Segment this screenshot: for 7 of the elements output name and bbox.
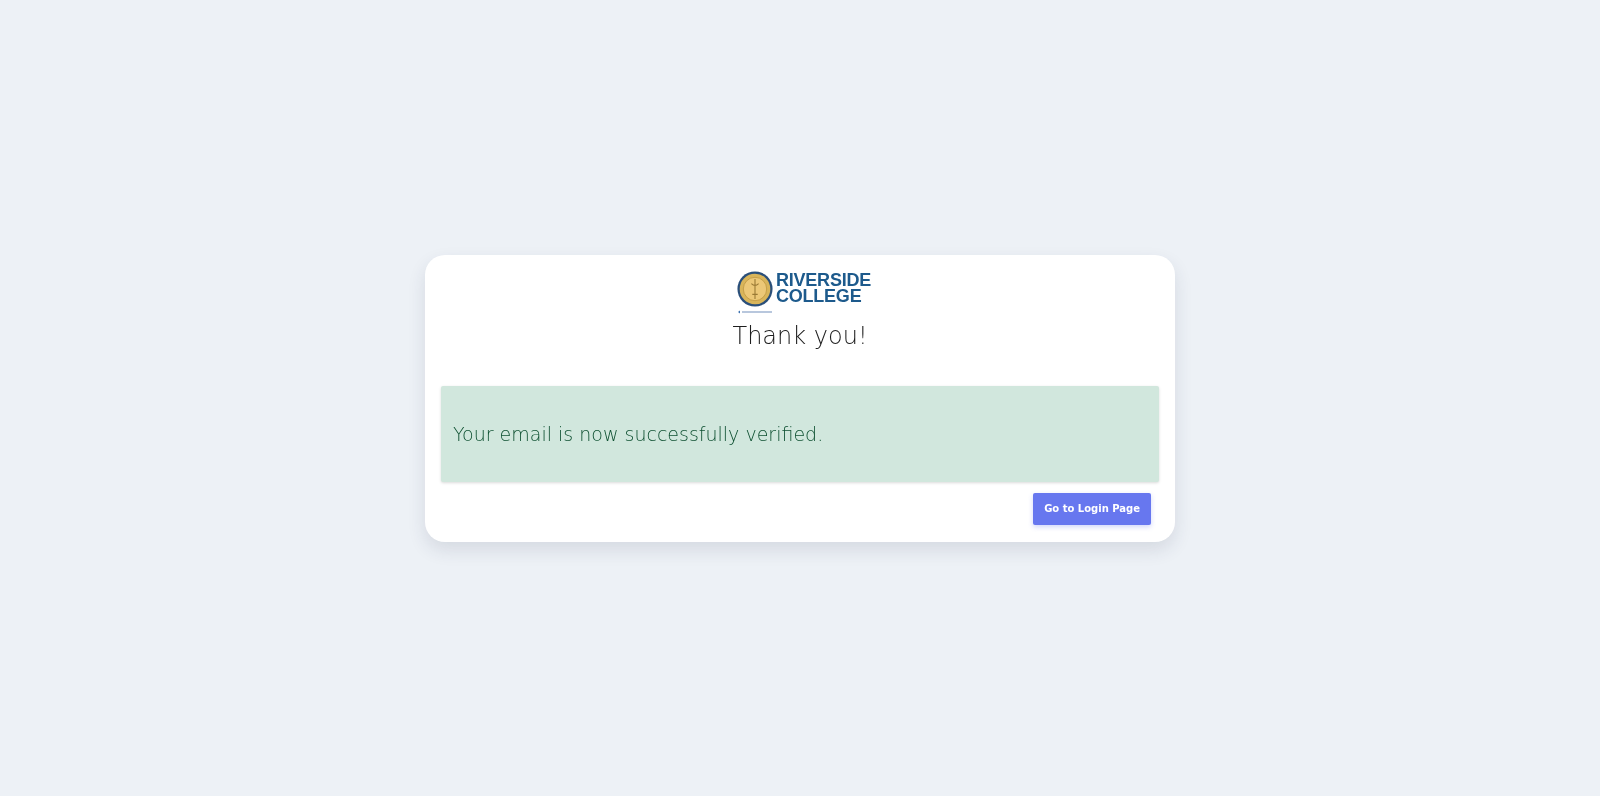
alert-message: Your email is now successfully verified.	[453, 422, 824, 445]
login-page-button[interactable]: Go to Login Page	[1033, 492, 1151, 525]
college-name-text: COLLEGE	[775, 287, 862, 304]
college-name-text: RIVERSIDE	[775, 271, 872, 288]
page-title: Thank you!	[731, 320, 869, 352]
seal-icon	[736, 270, 773, 307]
tagline-drawing	[736, 309, 773, 314]
